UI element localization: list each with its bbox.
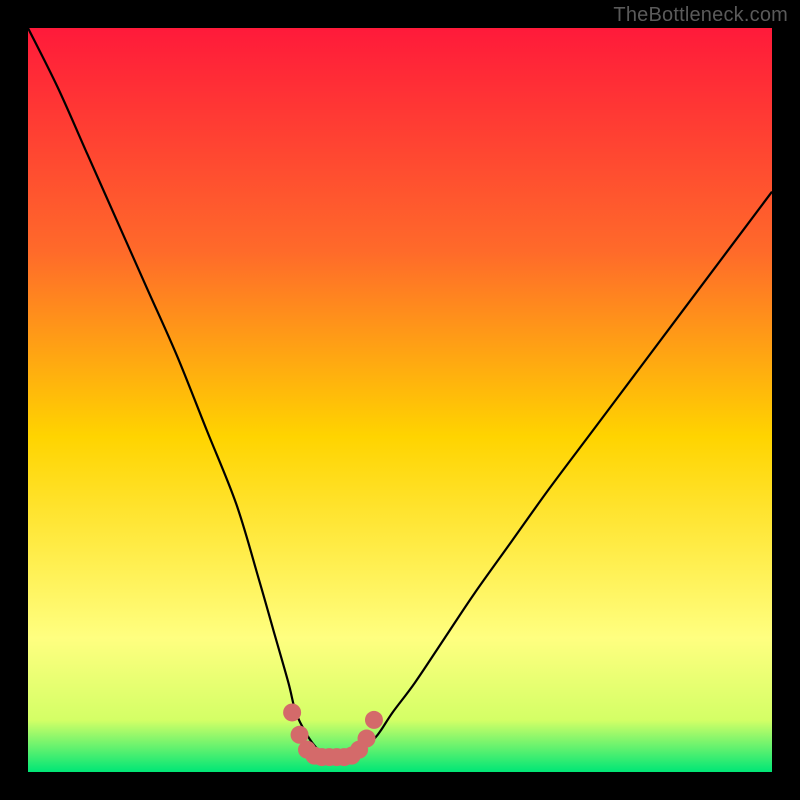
gradient-background (28, 28, 772, 772)
watermark-text: TheBottleneck.com (613, 4, 788, 27)
marker-dot (358, 730, 376, 748)
chart-frame: TheBottleneck.com (0, 0, 800, 800)
marker-dot (283, 703, 301, 721)
bottleneck-chart (28, 28, 772, 772)
marker-dot (365, 711, 383, 729)
